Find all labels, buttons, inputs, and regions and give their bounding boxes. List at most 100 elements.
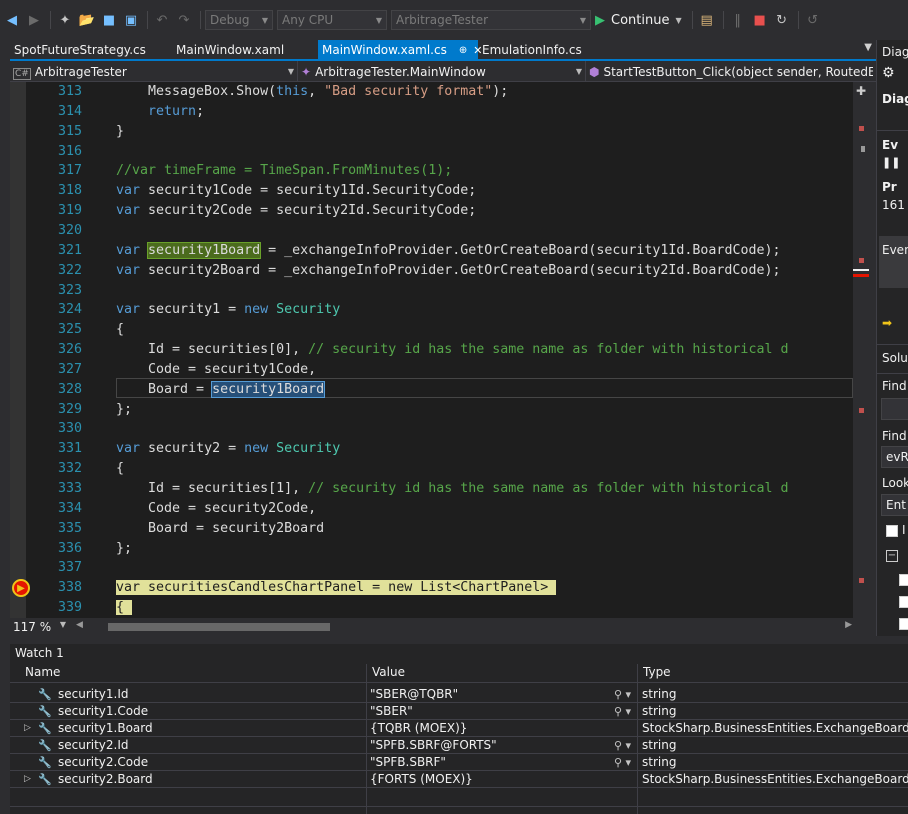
- code-text[interactable]: var security1Board = _exchangeInfoProvid…: [116, 241, 780, 261]
- forward-icon[interactable]: ▶: [24, 10, 44, 30]
- tab-spotfuturestrategy[interactable]: SpotFutureStrategy.cs: [10, 40, 172, 60]
- code-line[interactable]: 313 MessageBox.Show(this, "Bad security …: [10, 82, 853, 102]
- type-dropdown[interactable]: ✦ ArbitrageTester.MainWindow ▼: [298, 61, 586, 82]
- code-line[interactable]: 324 var security1 = new Security: [10, 300, 853, 320]
- watch-row[interactable]: ▷ 🔧 security1.Board {TQBR (MOEX)} StockSharp…: [10, 720, 908, 737]
- code-line[interactable]: 318 var security1Code = security1Id.Secur…: [10, 181, 853, 201]
- code-text[interactable]: Code = security2Code,: [116, 499, 316, 519]
- scroll-left-icon[interactable]: ◀: [76, 620, 83, 630]
- visualizer-search-icon[interactable]: ⚲ ▾: [614, 703, 631, 720]
- watch-name[interactable]: security2.Code: [58, 754, 148, 771]
- column-divider[interactable]: [366, 664, 367, 814]
- project-dropdown[interactable]: C# ArbitrageTester ▼: [10, 61, 298, 82]
- code-text[interactable]: var security1 = new Security: [116, 300, 340, 320]
- tab-overflow-icon[interactable]: ▼: [864, 42, 872, 53]
- watch-value[interactable]: "SBER@TQBR": [370, 686, 458, 703]
- code-text[interactable]: Id = securities[1], // security id has t…: [116, 479, 788, 499]
- code-text[interactable]: };: [116, 539, 132, 559]
- back-icon[interactable]: ◀: [2, 10, 22, 30]
- code-line[interactable]: 331 var security2 = new Security: [10, 439, 853, 459]
- member-dropdown[interactable]: ⬢ StartTestButton_Click(object sender, Ro…: [586, 61, 876, 82]
- code-line[interactable]: 337: [10, 558, 853, 578]
- option-checkbox[interactable]: [899, 596, 908, 608]
- pause-icon[interactable]: ❚❚: [882, 156, 900, 169]
- watch-value[interactable]: "SPFB.SBRF@FORTS": [370, 737, 497, 754]
- code-text[interactable]: {: [116, 598, 133, 618]
- code-text[interactable]: Id = securities[0], // security id has t…: [116, 340, 788, 360]
- code-line[interactable]: 314 return;: [10, 102, 853, 122]
- visualizer-search-icon[interactable]: ⚲ ▾: [614, 737, 631, 754]
- look-in-dropdown[interactable]: Ent: [881, 494, 908, 516]
- code-line[interactable]: 321 var security1Board = _exchangeInfoPro…: [10, 241, 853, 261]
- attach-icon[interactable]: ▤: [697, 10, 717, 30]
- value-column-header[interactable]: Value: [372, 664, 405, 681]
- watch-name[interactable]: security1.Code: [58, 703, 148, 720]
- find-what-input[interactable]: evR: [881, 446, 908, 468]
- scroll-thumb[interactable]: [108, 623, 330, 631]
- undo-icon[interactable]: ↶: [152, 10, 172, 30]
- code-text[interactable]: var security2Board = _exchangeInfoProvid…: [116, 261, 780, 281]
- watch-row[interactable]: ▷ 🔧 security2.Board {FORTS (MOEX)} StockShar…: [10, 771, 908, 788]
- code-text[interactable]: var securitiesCandlesChartPanel = new Li…: [116, 578, 557, 598]
- column-divider[interactable]: [637, 664, 638, 814]
- configuration-dropdown[interactable]: Debug ▼: [205, 10, 273, 30]
- visualizer-search-icon[interactable]: ⚲ ▾: [614, 686, 631, 703]
- find-tab[interactable]: Find: [882, 379, 907, 393]
- platform-dropdown[interactable]: Any CPU ▼: [277, 10, 387, 30]
- stop-icon[interactable]: ■: [750, 10, 770, 30]
- pin-icon[interactable]: ⊕: [459, 45, 467, 56]
- scroll-right-icon[interactable]: ▶: [845, 620, 852, 630]
- new-project-icon[interactable]: ✦: [55, 10, 75, 30]
- code-line[interactable]: 328 Board = security1Board: [10, 380, 853, 400]
- code-line[interactable]: 333 Id = securities[1], // security id h…: [10, 479, 853, 499]
- hot-reload-icon[interactable]: ↺: [803, 10, 823, 30]
- save-all-icon[interactable]: ▣: [121, 10, 141, 30]
- code-text[interactable]: };: [116, 400, 132, 420]
- code-text[interactable]: var security2Code = security2Id.Security…: [116, 201, 476, 221]
- scroll-thumb[interactable]: [861, 146, 865, 152]
- watch-name[interactable]: security2.Board: [58, 771, 153, 788]
- watch-value[interactable]: "SBER": [370, 703, 413, 720]
- watch-panel-title[interactable]: Watch 1: [15, 646, 64, 660]
- watch-row[interactable]: 🔧 security1.Id "SBER@TQBR" ⚲ ▾ string: [10, 686, 908, 703]
- code-text[interactable]: Board = security2Board: [116, 519, 324, 539]
- code-text[interactable]: //var timeFrame = TimeSpan.FromMinutes(1…: [116, 161, 452, 181]
- watch-row[interactable]: 🔧 security2.Id "SPFB.SBRF@FORTS" ⚲ ▾ string: [10, 737, 908, 754]
- tab-mainwindow-xaml-cs[interactable]: MainWindow.xaml.cs ⊕ ✕: [318, 40, 482, 60]
- code-text[interactable]: return;: [116, 102, 204, 122]
- code-line[interactable]: 330: [10, 419, 853, 439]
- code-line[interactable]: 335 Board = security2Board: [10, 519, 853, 539]
- type-column-header[interactable]: Type: [643, 664, 671, 681]
- split-icon[interactable]: ✚: [856, 84, 866, 98]
- watch-row[interactable]: 🔧 security1.Code "SBER" ⚲ ▾ string: [10, 703, 908, 720]
- code-line[interactable]: 339 {: [10, 598, 853, 618]
- save-icon[interactable]: ■: [99, 10, 119, 30]
- code-line[interactable]: 323: [10, 281, 853, 301]
- code-line[interactable]: 334 Code = security2Code,: [10, 499, 853, 519]
- include-subfolders-checkbox[interactable]: [886, 525, 898, 537]
- code-text[interactable]: {: [116, 459, 124, 479]
- tab-mainwindow-xaml[interactable]: MainWindow.xaml: [172, 40, 318, 60]
- code-line[interactable]: 315}: [10, 122, 853, 142]
- code-text[interactable]: var security1Code = security1Id.Security…: [116, 181, 476, 201]
- continue-button[interactable]: ▶ Continue ▼: [595, 13, 682, 28]
- process-section[interactable]: Pr: [882, 180, 897, 194]
- code-line[interactable]: 319 var security2Code = security2Id.Secur…: [10, 201, 853, 221]
- code-line[interactable]: 326 Id = securities[0], // security id h…: [10, 340, 853, 360]
- watch-value[interactable]: "SPFB.SBRF": [370, 754, 446, 771]
- code-line[interactable]: 320: [10, 221, 853, 241]
- expand-icon[interactable]: ▷: [24, 771, 31, 788]
- watch-name[interactable]: security1.Board: [58, 720, 153, 737]
- code-line[interactable]: 322 var security2Board = _exchangeInfoPro…: [10, 261, 853, 281]
- startup-project-dropdown[interactable]: ArbitrageTester ▼: [391, 10, 591, 30]
- code-text[interactable]: Board = security1Board: [116, 380, 326, 400]
- code-text[interactable]: Code = security1Code,: [116, 360, 316, 380]
- redo-icon[interactable]: ↷: [174, 10, 194, 30]
- watch-value[interactable]: {TQBR (MOEX)}: [370, 720, 467, 737]
- code-line[interactable]: 336};: [10, 539, 853, 559]
- events-section[interactable]: Ev: [882, 138, 898, 152]
- option-checkbox[interactable]: [899, 574, 908, 586]
- code-line[interactable]: 317 //var timeFrame = TimeSpan.FromMinute…: [10, 161, 853, 181]
- code-text[interactable]: MessageBox.Show(this, "Bad security form…: [116, 82, 508, 102]
- find-mode-button[interactable]: [881, 398, 908, 420]
